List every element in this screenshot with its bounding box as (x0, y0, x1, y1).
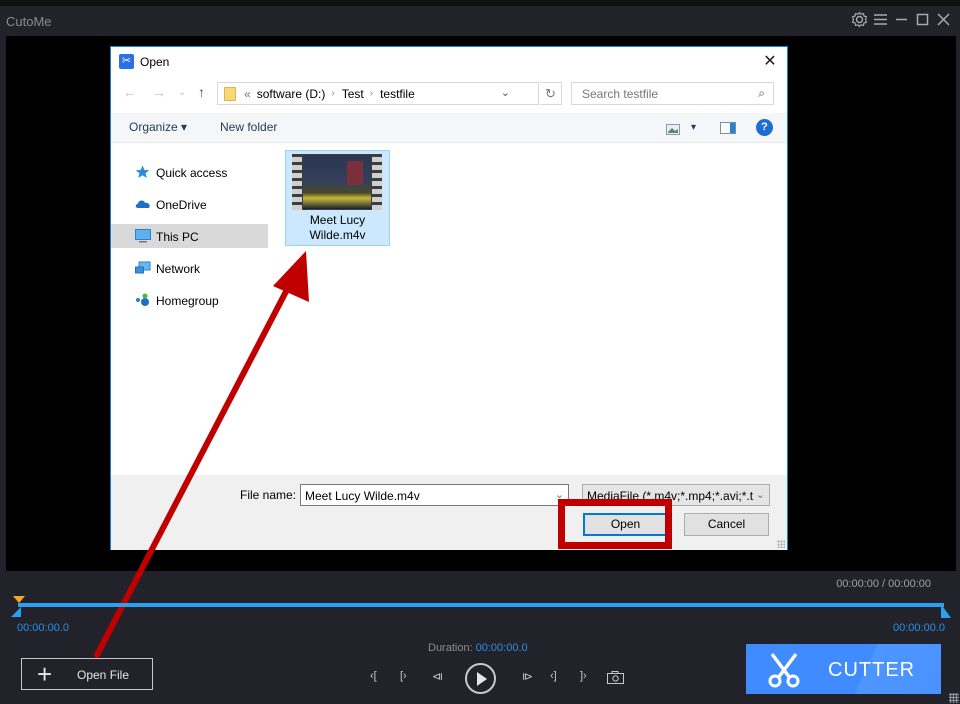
open-file-dialog: ✂ Open ✕ ← → ⌄ ↑ « software (D:) › Test … (110, 46, 788, 550)
dialog-title-bar: ✂ Open ✕ (111, 47, 787, 77)
refresh-button[interactable]: ↻ (540, 82, 562, 105)
set-end-next-icon[interactable]: ]› (580, 670, 587, 682)
sidebar-item-onedrive[interactable]: OneDrive (111, 192, 268, 216)
window-resize-grip-icon[interactable] (949, 693, 959, 703)
network-icon (135, 261, 151, 275)
star-icon (135, 165, 150, 179)
sidebar-item-quick-access[interactable]: Quick access (111, 160, 268, 184)
prev-frame-icon[interactable]: ⧏ (432, 670, 443, 683)
view-dropdown-icon[interactable]: ▾ (691, 122, 696, 133)
maximize-icon[interactable] (914, 11, 931, 28)
dialog-footer: File name: Meet Lucy Wilde.m4v ⌄ MediaFi… (111, 475, 787, 550)
sidebar-item-label: Homegroup (156, 294, 219, 308)
search-icon[interactable]: ⌕ (758, 86, 765, 101)
address-bar[interactable]: « software (D:) › Test › testfile ⌄ (217, 82, 539, 105)
file-type-dropdown-icon[interactable]: ⌄ (755, 488, 765, 501)
app-title: CutoMe (6, 14, 52, 29)
set-end-prev-icon[interactable]: ‹] (550, 670, 557, 682)
set-start-prev-icon[interactable]: ‹[ (370, 670, 377, 682)
open-button-highlight (558, 499, 672, 549)
file-name-label: Meet Lucy Wilde.m4v (286, 213, 389, 243)
timeline-track[interactable] (18, 603, 944, 607)
close-icon[interactable] (935, 11, 952, 28)
homegroup-icon (135, 293, 150, 307)
start-time: 00:00:00.0 (17, 622, 69, 634)
command-bar: Organize ▾ New folder ▾ ? (111, 113, 787, 143)
sidebar-item-this-pc[interactable]: This PC (111, 224, 268, 248)
help-icon[interactable]: ? (756, 119, 773, 136)
dialog-title: Open (140, 55, 170, 69)
cutter-button[interactable]: CUTTER (746, 644, 941, 694)
sidebar-item-network[interactable]: Network (111, 256, 268, 280)
cutter-label: CUTTER (828, 659, 916, 681)
search-input[interactable]: Search testfile ⌕ (571, 82, 774, 105)
back-arrow-icon[interactable]: ← (123, 84, 137, 100)
navigation-pane: Quick access OneDrive This PC Network Ho… (111, 144, 268, 474)
plus-icon: + (37, 659, 53, 689)
address-dropdown-icon[interactable]: ⌄ (501, 86, 510, 99)
file-item[interactable]: Meet Lucy Wilde.m4v (285, 150, 390, 246)
playback-timecode: 00:00:00 / 00:00:00 (836, 578, 931, 590)
change-view-icon[interactable] (666, 122, 680, 140)
dialog-close-button[interactable]: ✕ (759, 51, 781, 73)
search-placeholder: Search testfile (582, 87, 659, 101)
forward-arrow-icon[interactable]: → (152, 84, 166, 100)
navigation-bar: ← → ⌄ ↑ « software (D:) › Test › testfil… (111, 80, 787, 108)
duration-display: Duration: 00:00:00.0 (428, 642, 528, 654)
play-button[interactable] (465, 663, 496, 694)
preview-pane-icon[interactable] (720, 121, 736, 139)
end-time: 00:00:00.0 (893, 622, 945, 634)
sidebar-item-label: This PC (156, 230, 199, 244)
film-strip-icon (292, 154, 302, 210)
gear-icon[interactable] (851, 11, 868, 28)
resize-grip-icon[interactable] (777, 540, 785, 548)
computer-icon (135, 229, 151, 243)
thumbnail-image (303, 155, 371, 209)
file-name-line: Wilde.m4v (309, 228, 366, 242)
app-scissors-icon: ✂ (119, 54, 134, 69)
recent-locations-icon[interactable]: ⌄ (178, 87, 186, 98)
window-controls (851, 11, 952, 28)
file-name-label: File name: (240, 488, 297, 502)
minimize-icon[interactable] (893, 11, 910, 28)
menu-icon[interactable] (872, 11, 889, 28)
open-file-label: Open File (77, 668, 130, 682)
cloud-icon (135, 197, 150, 211)
cancel-button[interactable]: Cancel (684, 513, 769, 536)
sidebar-item-label: Quick access (156, 166, 228, 180)
breadcrumb-item[interactable]: software (D:) (257, 87, 326, 101)
app-window: CutoMe ✂ Open ✕ ← → ⌄ ↑ « software (D:) … (0, 0, 960, 704)
set-start-next-icon[interactable]: [› (400, 670, 407, 682)
file-name-line: Meet Lucy (309, 213, 366, 227)
folder-icon (224, 86, 236, 101)
file-list: Meet Lucy Wilde.m4v (271, 144, 787, 474)
up-arrow-icon[interactable]: ↑ (198, 84, 205, 100)
scissors-icon (766, 652, 802, 688)
file-name-input[interactable]: Meet Lucy Wilde.m4v ⌄ (300, 484, 569, 506)
duration-value: 00:00:00.0 (475, 642, 528, 654)
new-folder-button[interactable]: New folder (220, 120, 277, 134)
breadcrumb-overflow[interactable]: « (244, 87, 251, 101)
next-frame-icon[interactable]: ⧐ (522, 670, 533, 683)
sidebar-item-homegroup[interactable]: Homegroup (111, 288, 268, 312)
sidebar-item-label: Network (156, 262, 201, 276)
breadcrumb-item[interactable]: testfile (380, 87, 415, 101)
file-name-value: Meet Lucy Wilde.m4v (305, 489, 420, 503)
breadcrumb-separator-icon[interactable]: › (331, 88, 334, 99)
end-trim-handle[interactable] (941, 604, 951, 618)
start-trim-handle[interactable] (11, 607, 21, 617)
playhead-marker[interactable] (13, 596, 25, 603)
title-bar: CutoMe (0, 0, 960, 36)
duration-label: Duration: (428, 642, 473, 654)
open-file-button[interactable]: + Open File (21, 658, 153, 690)
breadcrumb-item[interactable]: Test (342, 87, 364, 101)
video-thumbnail (292, 154, 382, 210)
organize-button[interactable]: Organize ▾ (129, 120, 187, 134)
camera-icon[interactable] (607, 671, 624, 687)
sidebar-item-label: OneDrive (156, 198, 207, 212)
breadcrumb-separator-icon[interactable]: › (370, 88, 373, 99)
film-strip-icon (372, 154, 382, 210)
